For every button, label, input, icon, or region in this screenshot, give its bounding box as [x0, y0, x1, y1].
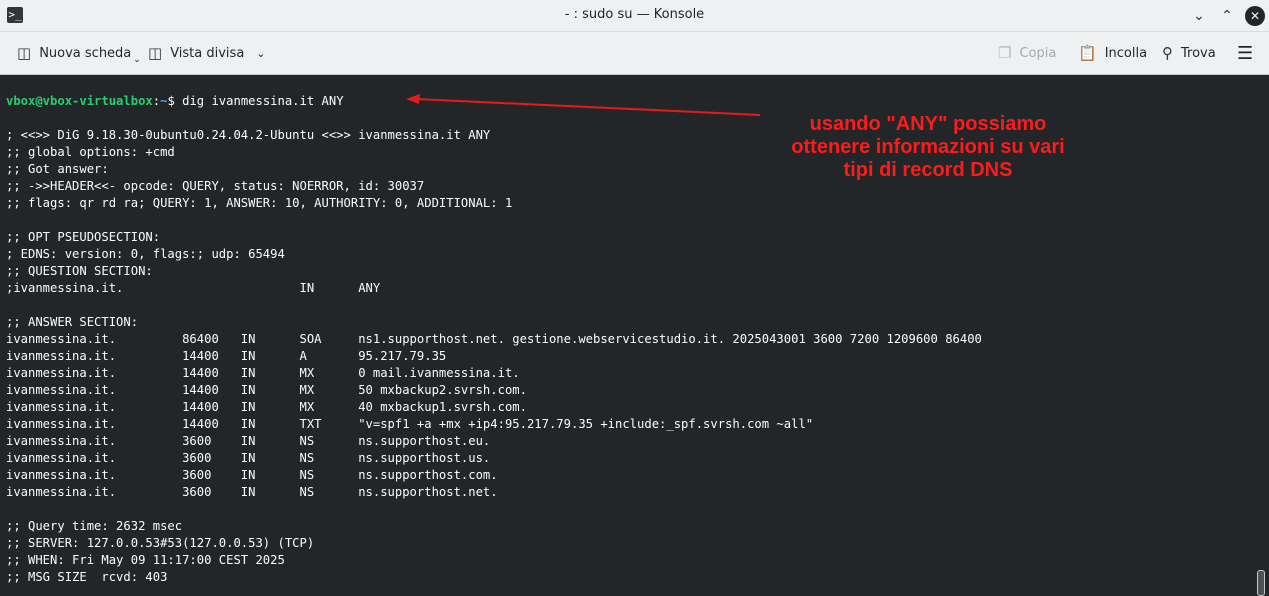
- output-line: ;; SERVER: 127.0.0.53#53(127.0.0.53) (TC…: [6, 536, 315, 550]
- output-line: ivanmessina.it. 14400 IN MX 50 mxbackup2…: [6, 383, 527, 397]
- toolbar: ◫ Nuova scheda ⌄ ◫ Vista divisa ⌄ ❐ Copi…: [0, 32, 1269, 75]
- output-line: ;; OPT PSEUDOSECTION:: [6, 230, 161, 244]
- new-tab-button[interactable]: ◫ Nuova scheda ⌄: [17, 32, 141, 74]
- find-button[interactable]: ⚲ Trova: [1162, 32, 1216, 74]
- paste-button[interactable]: 📋 Incolla: [1078, 32, 1147, 74]
- split-view-icon: ◫: [148, 44, 163, 62]
- search-icon: ⚲: [1162, 44, 1173, 62]
- split-view-button[interactable]: ◫ Vista divisa ⌄: [148, 32, 266, 74]
- prompt-separator: :: [152, 94, 161, 108]
- output-line: ivanmessina.it. 14400 IN MX 0 mail.ivanm…: [6, 366, 520, 380]
- window-title: - : sudo su — Konsole: [564, 7, 705, 22]
- prompt-user-host: vbox@vbox-virtualbox: [6, 94, 153, 108]
- output-line: ;ivanmessina.it. IN ANY: [6, 281, 381, 295]
- output-line: ;; Got answer:: [6, 162, 109, 176]
- copy-icon: ❐: [998, 44, 1012, 62]
- output-line: ;; ANSWER SECTION:: [6, 315, 139, 329]
- output-line: ivanmessina.it. 3600 IN NS ns.supporthos…: [6, 485, 498, 499]
- copy-button[interactable]: ❐ Copia: [998, 32, 1056, 74]
- output-line: ; <<>> DiG 9.18.30-0ubuntu0.24.04.2-Ubun…: [6, 128, 491, 142]
- terminal-scrollbar[interactable]: [1257, 570, 1265, 596]
- new-tab-label: Nuova scheda: [39, 45, 132, 61]
- output-line: ;; global options: +cmd: [6, 145, 175, 159]
- output-line: ivanmessina.it. 14400 IN MX 40 mxbackup1…: [6, 400, 527, 414]
- output-line: ; EDNS: version: 0, flags:; udp: 65494: [6, 247, 285, 261]
- output-line: ivanmessina.it. 14400 IN A 95.217.79.35: [6, 349, 447, 363]
- output-line: ivanmessina.it. 14400 IN TXT "v=spf1 +a …: [6, 417, 814, 431]
- output-line: ivanmessina.it. 86400 IN SOA ns1.support…: [6, 332, 982, 346]
- annotation-text: usando "ANY" possiamo ottenere informazi…: [748, 113, 1108, 182]
- prompt-command: dig ivanmessina.it ANY: [174, 94, 344, 108]
- new-tab-icon: ◫: [17, 44, 32, 62]
- prompt-line: vbox@vbox-virtualbox:~$ dig ivanmessina.…: [6, 93, 344, 110]
- new-tab-dropdown-icon: ⌄: [133, 55, 141, 65]
- prompt-symbol: $: [167, 94, 175, 108]
- maximize-icon[interactable]: ⌃: [1217, 6, 1237, 26]
- split-view-label: Vista divisa: [170, 45, 245, 61]
- output-line: ivanmessina.it. 3600 IN NS ns.supporthos…: [6, 451, 491, 465]
- paste-label: Incolla: [1104, 45, 1148, 61]
- output-line: ;; MSG SIZE rcvd: 403: [6, 570, 168, 584]
- output-line: ;; QUESTION SECTION:: [6, 264, 153, 278]
- output-line: ;; ->>HEADER<<- opcode: QUERY, status: N…: [6, 179, 425, 193]
- annotation-line: usando "ANY" possiamo: [809, 113, 1047, 135]
- annotation-line: ottenere informazioni su vari: [791, 136, 1065, 158]
- close-icon[interactable]: ✕: [1245, 6, 1265, 26]
- copy-label: Copia: [1019, 45, 1057, 61]
- paste-icon: 📋: [1078, 44, 1097, 62]
- chevron-down-icon: ⌄: [256, 46, 266, 60]
- output-line: ;; WHEN: Fri May 09 11:17:00 CEST 2025: [6, 553, 285, 567]
- output-line: ivanmessina.it. 3600 IN NS ns.supporthos…: [6, 468, 498, 482]
- hamburger-menu-icon[interactable]: ☰: [1237, 32, 1253, 74]
- find-label: Trova: [1181, 45, 1216, 61]
- annotation-line: tipi di record DNS: [843, 159, 1013, 181]
- output-line: ;; Query time: 2632 msec: [6, 519, 183, 533]
- output-line: ivanmessina.it. 3600 IN NS ns.supporthos…: [6, 434, 491, 448]
- title-bar: >_ - : sudo su — Konsole ⌄ ⌃ ✕: [0, 0, 1269, 32]
- output-line: ;; flags: qr rd ra; QUERY: 1, ANSWER: 10…: [6, 196, 513, 210]
- minimize-icon[interactable]: ⌄: [1189, 6, 1209, 26]
